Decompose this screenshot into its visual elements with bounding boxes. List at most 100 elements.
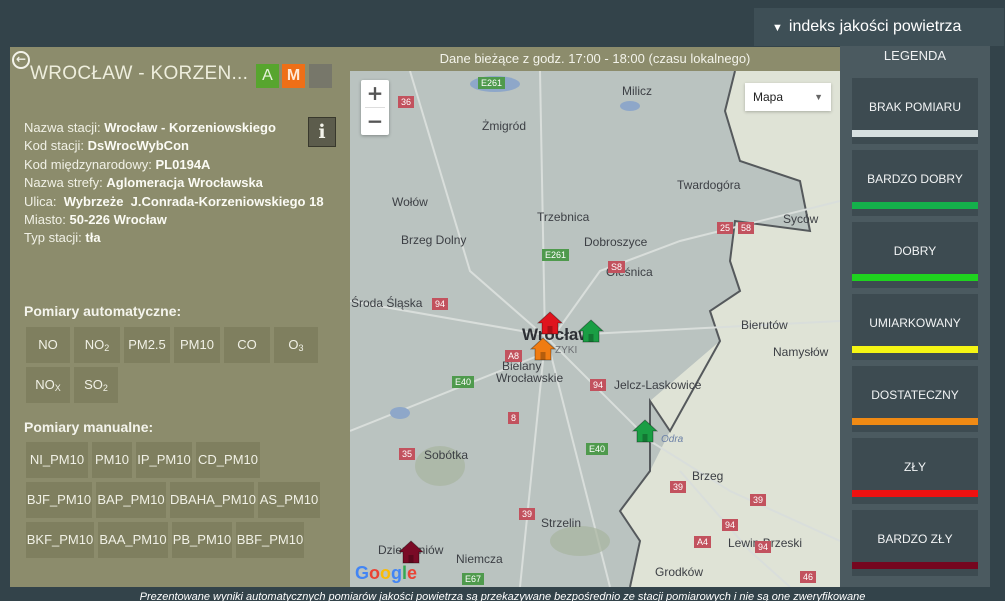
logo-letter: e: [407, 563, 418, 583]
logo-letter: g: [391, 563, 403, 583]
chip-subscript: 2: [102, 383, 108, 393]
road-shield: 36: [398, 96, 415, 108]
value: DsWrocWybCon: [87, 138, 189, 154]
station-marker-wroclaw-east[interactable]: [578, 319, 604, 343]
legend-label: BARDZO ZŁY: [877, 532, 953, 546]
intl-code-row: Kod międzynarodowy: PL0194A: [24, 156, 344, 174]
inactive-badge[interactable]: [309, 64, 332, 88]
station-panel: ← WROCŁAW - KORZEN... A M i Nazwa stacji…: [10, 47, 350, 587]
chip-label: NO: [84, 337, 105, 352]
manual-measurement-chip[interactable]: BAP_PM10: [96, 482, 166, 518]
town-label: Twardogóra: [677, 178, 741, 192]
value: Wrocław - Korzeniowskiego: [104, 120, 276, 135]
legend-item: UMIARKOWANY: [852, 294, 978, 360]
legend-color-bar: [852, 562, 978, 569]
map-header: Dane bieżące z godz. 17:00 - 18:00 (czas…: [350, 47, 840, 71]
street-row: Ulica: Wybrzeże J.Conrada-Korzeniowskieg…: [24, 193, 344, 211]
manual-measurement-chip[interactable]: BAA_PM10: [98, 522, 168, 558]
manual-measurement-chip[interactable]: PM10: [92, 442, 132, 478]
town-label: Dobroszyce: [584, 235, 648, 249]
legend-item: BARDZO ZŁY: [852, 510, 978, 576]
town-label: Brzeg Dolny: [401, 233, 467, 247]
road-shield: 94: [590, 379, 607, 391]
air-quality-index-toggle[interactable]: ▼ indeks jakości powietrza: [754, 8, 1004, 46]
station-marker-jelcz[interactable]: [632, 419, 658, 443]
legend-color-bar: [852, 274, 978, 281]
road-shield: A4: [694, 536, 712, 548]
google-logo[interactable]: Google: [355, 563, 417, 584]
automatic-measurement-chip[interactable]: O3: [274, 327, 318, 363]
automatic-measurement-chip[interactable]: PM2.5: [124, 327, 170, 363]
station-marker-dzierzoniow[interactable]: [398, 540, 424, 564]
road-shield: S8: [608, 261, 626, 273]
map[interactable]: + − Mapa ▼ Milicz Żmigród Twardogóra Wołó…: [350, 71, 840, 587]
road-shield: E261: [542, 249, 570, 261]
back-arrow-icon[interactable]: ←: [12, 51, 30, 69]
road-shield: E261: [478, 77, 506, 89]
map-type-select[interactable]: Mapa ▼: [745, 83, 831, 111]
legend-color-bar: [852, 130, 978, 137]
station-marker-wroclaw-center[interactable]: [537, 311, 563, 335]
zoom-in-button[interactable]: +: [361, 80, 389, 107]
chip-subscript: X: [54, 383, 61, 393]
automatic-measurement-chip[interactable]: NOX: [26, 367, 70, 403]
automatic-measurement-chip[interactable]: PM10: [174, 327, 220, 363]
road-shield: 8: [508, 412, 520, 424]
chip-label: SO: [84, 377, 103, 392]
town-label: Żmigród: [482, 119, 527, 133]
label: Miasto:: [24, 212, 70, 228]
manual-measurement-chip[interactable]: DBAHA_PM10: [170, 482, 256, 518]
town-label: Namysłów: [773, 345, 829, 359]
dropdown-caret-icon: ▼: [814, 92, 823, 102]
automatic-measurement-chip[interactable]: NO2: [74, 327, 120, 363]
legend-label: DOBRY: [893, 244, 937, 258]
road-shield: 25: [717, 222, 734, 234]
automatic-measurement-chip[interactable]: SO2: [74, 367, 118, 403]
chip-label: O: [288, 337, 299, 352]
town-label: Milicz: [622, 84, 652, 98]
town-label: Jelcz-Laskowice: [614, 378, 702, 392]
town-label: Brzeg: [692, 469, 724, 483]
station-info: Nazwa stacji: Wrocław - Korzeniowskiego …: [24, 119, 344, 248]
value: Aglomeracja Wrocławska: [106, 175, 263, 191]
manual-badge[interactable]: M: [282, 64, 305, 88]
value: tła: [85, 230, 101, 246]
town-label: Syców: [783, 212, 819, 226]
manual-measurement-chip[interactable]: NI_PM10: [26, 442, 88, 478]
manual-measurement-chip[interactable]: CD_PM10: [196, 442, 260, 478]
automatic-measurement-chip[interactable]: NO: [26, 327, 70, 363]
automatic-measurements-title: Pomiary automatyczne:: [24, 303, 182, 319]
value: 50-226 Wrocław: [69, 212, 167, 228]
legend-item: BARDZO DOBRY: [852, 150, 978, 216]
road-shield: E40: [452, 376, 475, 388]
town-label: Środa Śląska: [351, 296, 423, 310]
manual-measurement-chip[interactable]: IP_PM10: [136, 442, 192, 478]
manual-measurement-chip[interactable]: BKF_PM10: [26, 522, 94, 558]
zoom-out-button[interactable]: −: [361, 108, 389, 135]
automatic-measurement-chip[interactable]: CO: [224, 327, 270, 363]
label: Typ stacji:: [24, 230, 86, 246]
footer-disclaimer: Prezentowane wyniki automatycznych pomia…: [139, 591, 866, 601]
town-label: Grodków: [655, 565, 704, 579]
town-label: Wrocławskie: [496, 371, 564, 385]
zoom-control: + −: [361, 80, 389, 135]
manual-measurement-chip[interactable]: BBF_PM10: [236, 522, 304, 558]
chip-label: PM2.5: [128, 337, 166, 352]
house-icon: [537, 311, 563, 335]
station-marker-wroclaw-south[interactable]: [530, 337, 556, 361]
legend-label: UMIARKOWANY: [869, 316, 961, 330]
label: Nazwa strefy:: [24, 175, 107, 191]
manual-measurement-chip[interactable]: AS_PM10: [258, 482, 320, 518]
manual-measurement-chip[interactable]: BJF_PM10: [26, 482, 92, 518]
value: PL0194A: [155, 156, 211, 172]
legend-label: ZŁY: [903, 460, 926, 474]
city-row: Miasto: 50-226 Wrocław: [24, 211, 344, 229]
automatic-badge[interactable]: A: [256, 64, 279, 88]
legend-panel: LEGENDA BRAK POMIARU BARDZO DOBRY DOBRY UMI…: [840, 40, 990, 587]
legend-label: BRAK POMIARU: [868, 100, 961, 114]
label: Kod międzynarodowy:: [24, 156, 156, 172]
road-shield: 39: [519, 508, 536, 520]
station-title: WROCŁAW - KORZEN...: [30, 63, 249, 84]
manual-measurement-chip[interactable]: PB_PM10: [172, 522, 232, 558]
chip-label: PM10: [180, 337, 214, 352]
